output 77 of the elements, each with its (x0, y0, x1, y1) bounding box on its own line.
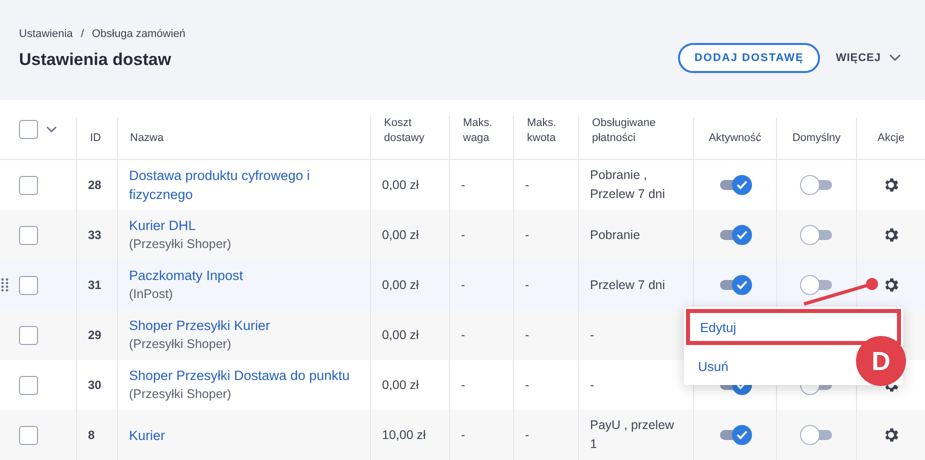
checkmark-icon (736, 230, 748, 240)
max-weight-cell: - (461, 428, 466, 442)
column-header: ID (90, 131, 101, 146)
max-amount-cell: - (525, 328, 530, 342)
row-checkbox[interactable] (19, 376, 38, 394)
page-title: Ustawienia dostaw (19, 50, 172, 70)
cost-cell: 0,00 zł (382, 278, 419, 292)
id-cell: 33 (88, 228, 102, 242)
payments-cell-text: - (590, 376, 594, 394)
default-toggle[interactable] (798, 424, 834, 446)
chevron-down-icon[interactable] (46, 126, 57, 133)
breadcrumb-link[interactable]: Ustawienia (19, 28, 73, 40)
payments-cell-text: PayU , przelew 1 (590, 417, 674, 453)
chevron-down-icon (889, 54, 901, 62)
max-weight-cell: - (461, 328, 466, 342)
delivery-name-link[interactable]: Dostawa produktu cyfrowego i fizycznego (129, 166, 360, 204)
max-weight-cell: - (461, 378, 466, 392)
payments-cell-text: Pobranie (590, 226, 640, 244)
max-amount-cell: - (525, 378, 530, 392)
column-header: Koszt dostawy (384, 116, 424, 146)
id-cell: 28 (88, 178, 102, 192)
provider-text: (Przesyłki Shoper) (129, 336, 232, 353)
id-cell: 30 (88, 378, 102, 392)
more-button[interactable]: WIĘCEJ (836, 52, 901, 64)
column-header: Akcje (878, 131, 904, 146)
max-weight-cell: - (461, 228, 466, 242)
menu-item[interactable]: Edytuj (686, 309, 901, 345)
cost-cell: 0,00 zł (382, 228, 419, 242)
table-row[interactable]: 33 Kurier DHL (Przesyłki Shoper) 0,00 zł - - Pobranie (0, 210, 925, 260)
max-weight-cell: - (461, 178, 466, 192)
row-checkbox[interactable] (19, 326, 38, 344)
max-amount-cell: - (525, 178, 530, 192)
provider-text: (InPost) (129, 286, 173, 303)
provider-text: (Przesyłki Shoper) (129, 386, 232, 403)
table-row[interactable]: 8 Kurier 10,00 zł - - PayU , przelew 1 (0, 410, 925, 460)
delivery-name-link[interactable]: Paczkomaty Inpost (129, 266, 244, 285)
delivery-name-link[interactable]: Kurier DHL (129, 216, 196, 235)
breadcrumb-link[interactable]: Obsługa zamówień (92, 28, 186, 40)
row-checkbox[interactable] (19, 226, 38, 244)
column-header: Nazwa (130, 131, 164, 146)
payments-cell-text: Pobranie , Przelew 7 dni (590, 167, 666, 203)
delivery-name-link[interactable]: Kurier (129, 426, 166, 444)
default-toggle[interactable] (798, 274, 834, 296)
add-delivery-button[interactable]: DODAJ DOSTAWĘ (678, 43, 820, 73)
max-weight-cell: - (461, 278, 466, 292)
cost-cell: 0,00 zł (382, 328, 419, 342)
table-row[interactable]: 31 Paczkomaty Inpost (InPost) 0,00 zł - - Przelew 7 dni (0, 260, 925, 310)
row-checkbox[interactable] (19, 276, 38, 294)
payments-cell-text: - (590, 326, 594, 344)
breadcrumb-separator: / (80, 28, 84, 40)
checkmark-icon (736, 280, 748, 290)
provider-text: (Przesyłki Shoper) (129, 236, 232, 253)
column-header: Aktywność (708, 131, 762, 146)
default-toggle[interactable] (798, 174, 834, 196)
select-all-checkbox[interactable] (19, 120, 38, 139)
column-header: Maks. waga (463, 116, 492, 146)
delivery-name-link[interactable]: Shoper Przesyłki Dostawa do punktu (129, 366, 350, 385)
cost-cell: 0,00 zł (382, 178, 419, 192)
delivery-name-link[interactable]: Shoper Przesyłki Kurier (129, 316, 270, 335)
column-header: Domyślny (792, 131, 841, 146)
checkmark-icon (736, 180, 748, 190)
default-toggle[interactable] (798, 224, 834, 246)
cost-cell: 0,00 zł (382, 378, 419, 392)
column-header: Maks. kwota (527, 116, 556, 146)
max-amount-cell: - (525, 278, 530, 292)
row-checkbox[interactable] (19, 426, 38, 444)
payments-cell-text: Przelew 7 dni (590, 276, 666, 294)
max-amount-cell: - (525, 428, 530, 442)
max-amount-cell: - (525, 228, 530, 242)
drag-handle-icon[interactable] (1, 278, 9, 292)
cost-cell: 10,00 zł (382, 428, 426, 442)
id-cell: 8 (88, 428, 95, 442)
column-header: Obsługiwane płatności (592, 116, 656, 146)
row-checkbox[interactable] (19, 176, 38, 194)
checkmark-icon (736, 430, 748, 440)
id-cell: 31 (88, 278, 102, 292)
id-cell: 29 (88, 328, 102, 342)
